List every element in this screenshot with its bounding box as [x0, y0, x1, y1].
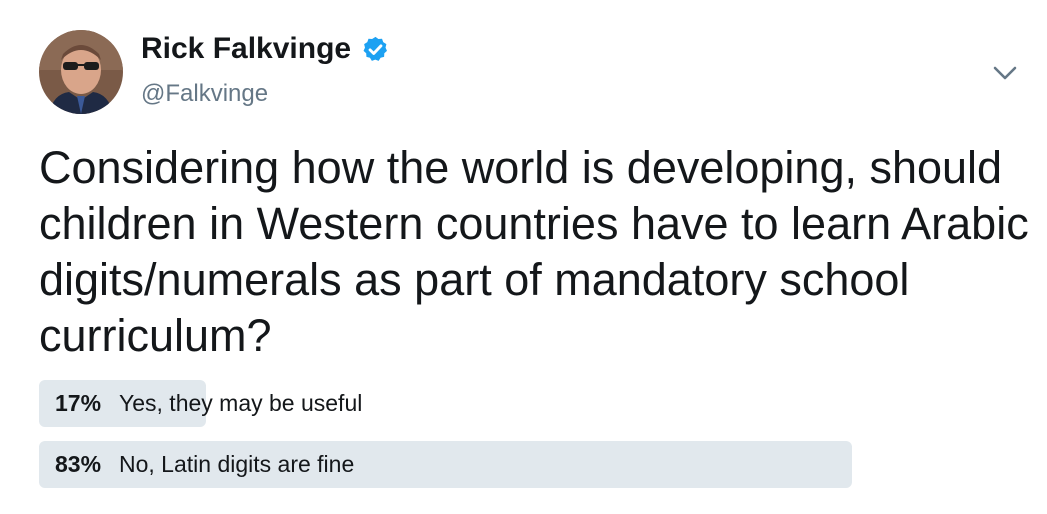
- poll-percent: 83%: [55, 451, 102, 477]
- tweet-text: Considering how the world is developing,…: [39, 142, 1029, 361]
- avatar[interactable]: [39, 30, 123, 114]
- author-display-name[interactable]: Rick Falkvinge: [141, 32, 351, 66]
- author-handle[interactable]: @Falkvinge: [141, 80, 268, 108]
- chevron-down-icon[interactable]: [990, 60, 1020, 86]
- poll-option-label: No, Latin digits are fine: [119, 451, 355, 477]
- poll-option: 83% No, Latin digits are fine: [39, 441, 1029, 488]
- poll-option-label: Yes, they may be useful: [119, 390, 363, 416]
- poll: 17% Yes, they may be useful 83% No, Lati…: [39, 380, 1029, 502]
- poll-percent: 17%: [55, 390, 102, 416]
- verified-badge-icon: [361, 35, 390, 64]
- poll-option: 17% Yes, they may be useful: [39, 380, 1029, 427]
- author-name-row[interactable]: Rick Falkvinge: [141, 32, 390, 66]
